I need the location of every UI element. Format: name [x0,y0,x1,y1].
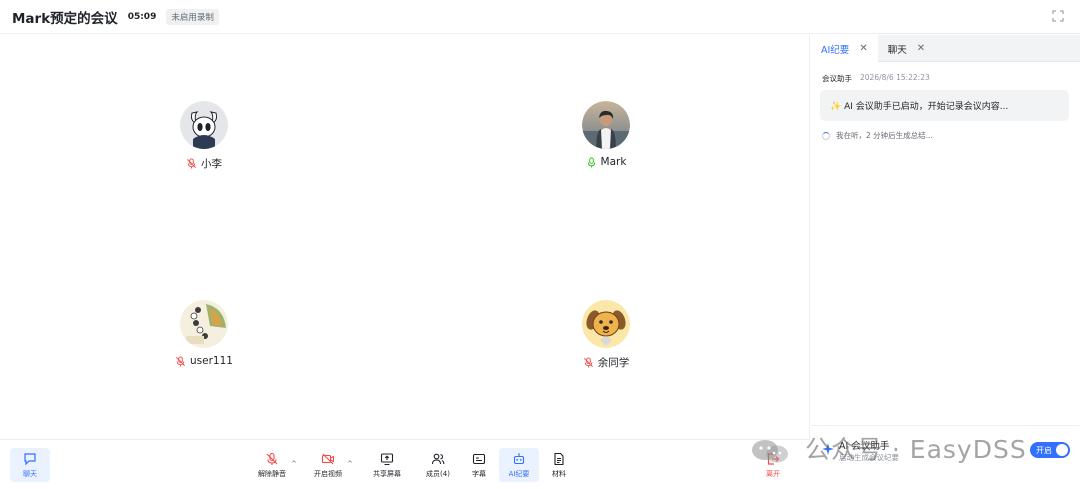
ai-summary-label: AI纪要 [508,469,530,478]
mic-muted-icon [266,452,278,465]
materials-button[interactable]: 材料 [539,448,579,482]
mic-on-icon [587,156,595,168]
video-options-caret-icon[interactable]: ^ [347,460,353,468]
tab-label: AI纪要 [821,44,850,56]
participant-name: user111 [190,355,233,367]
materials-label: 材料 [552,469,566,478]
meeting-header: Mark预定的会议 05:09 未启用录制 [0,0,1080,34]
message-sender: 会议助手 [822,74,852,83]
mic-options-caret-icon[interactable]: ^ [291,460,297,468]
share-screen-icon [380,452,394,465]
members-label: 成员(4) [426,469,450,478]
meeting-timer: 05:09 [127,11,157,22]
start-video-button[interactable]: 开启视频 [308,448,348,482]
participant-tile[interactable]: Mark [546,101,666,168]
unmute-button[interactable]: 解除静音 [252,448,292,482]
listening-text: 我在听，2 分钟后生成总结... [836,131,933,140]
message-text: AI 会议助手已启动，开始记录会议内容... [844,102,1009,112]
participant-name: 余同学 [597,357,630,369]
leave-label: 离开 [766,469,780,478]
robot-icon [513,452,525,464]
close-icon[interactable]: ✕ [859,43,867,54]
camera-off-icon [321,453,335,464]
participant-tile[interactable]: user111 [144,300,264,367]
chat-button[interactable]: 聊天 [10,448,50,482]
participant-name: Mark [600,156,627,168]
close-icon[interactable]: ✕ [917,43,925,54]
ai-assistant-icon [822,443,834,455]
captions-label: 字幕 [472,469,486,478]
leave-icon [767,452,780,465]
mic-muted-icon [176,355,185,367]
dog-avatar [582,300,630,348]
tab-ai-summary[interactable]: AI纪要 ✕ [811,35,878,62]
side-panel: AI纪要 ✕ 聊天 ✕ 会议助手 2026/8/6 15:22:23 ✨ AI … [811,35,1080,489]
message-time: 2026/8/6 15:22:23 [860,73,930,82]
bottom-toolbar: 聊天 解除静音 ^ 开启视频 ^ 共享屏幕 成员(4) 字幕 AI纪要 材料 离… [0,439,810,489]
unmute-label: 解除静音 [258,469,286,478]
start-video-label: 开启视频 [314,469,342,478]
assistant-subtitle: 启动生成会议纪要 [839,453,899,462]
video-grid: 小李 Mark user111 余同学 [0,35,810,439]
hollow-knight-avatar [180,101,228,149]
share-screen-label: 共享屏幕 [373,469,401,478]
participant-tile[interactable]: 余同学 [546,300,666,370]
chat-icon [24,452,36,465]
tab-chat[interactable]: 聊天 ✕ [878,35,935,62]
ai-summary-button[interactable]: AI纪要 [499,448,539,482]
recording-status-badge: 未启用录制 [166,8,219,25]
participant-tile[interactable]: 小李 [144,101,264,171]
chat-label: 聊天 [23,469,37,478]
panel-tabs: AI纪要 ✕ 聊天 ✕ [811,35,1080,62]
assistant-title: AI 会议助手 [839,441,890,452]
captions-icon [472,453,486,464]
meeting-title: Mark预定的会议 [12,10,118,27]
captions-button[interactable]: 字幕 [459,448,499,482]
listening-status: 我在听，2 分钟后生成总结... [822,130,1080,141]
message-bubble: ✨ AI 会议助手已启动，开始记录会议内容... [820,90,1069,121]
participant-name: 小李 [201,158,222,170]
ai-assistant-bar: AI 会议助手 启动生成会议纪要 开启 [811,425,1080,489]
mic-muted-icon [187,158,196,169]
assistant-toggle[interactable]: 开启 [1030,442,1070,458]
mic-muted-icon [583,357,593,368]
fullscreen-icon[interactable] [1052,10,1064,22]
toggle-label: 开启 [1036,446,1052,455]
illustration-avatar [180,300,228,348]
toggle-knob [1056,444,1068,456]
leave-button[interactable]: 离开 [753,448,793,482]
person-photo-avatar [582,101,630,149]
share-screen-button[interactable]: 共享屏幕 [367,448,407,482]
message-meta: 会议助手 2026/8/6 15:22:23 [822,73,1080,84]
document-icon [554,452,564,465]
sparkle-icon: ✨ [830,102,842,112]
tab-label: 聊天 [887,44,907,56]
members-icon [431,453,445,464]
members-button[interactable]: 成员(4) [418,448,458,482]
loading-spinner-icon [822,131,830,140]
